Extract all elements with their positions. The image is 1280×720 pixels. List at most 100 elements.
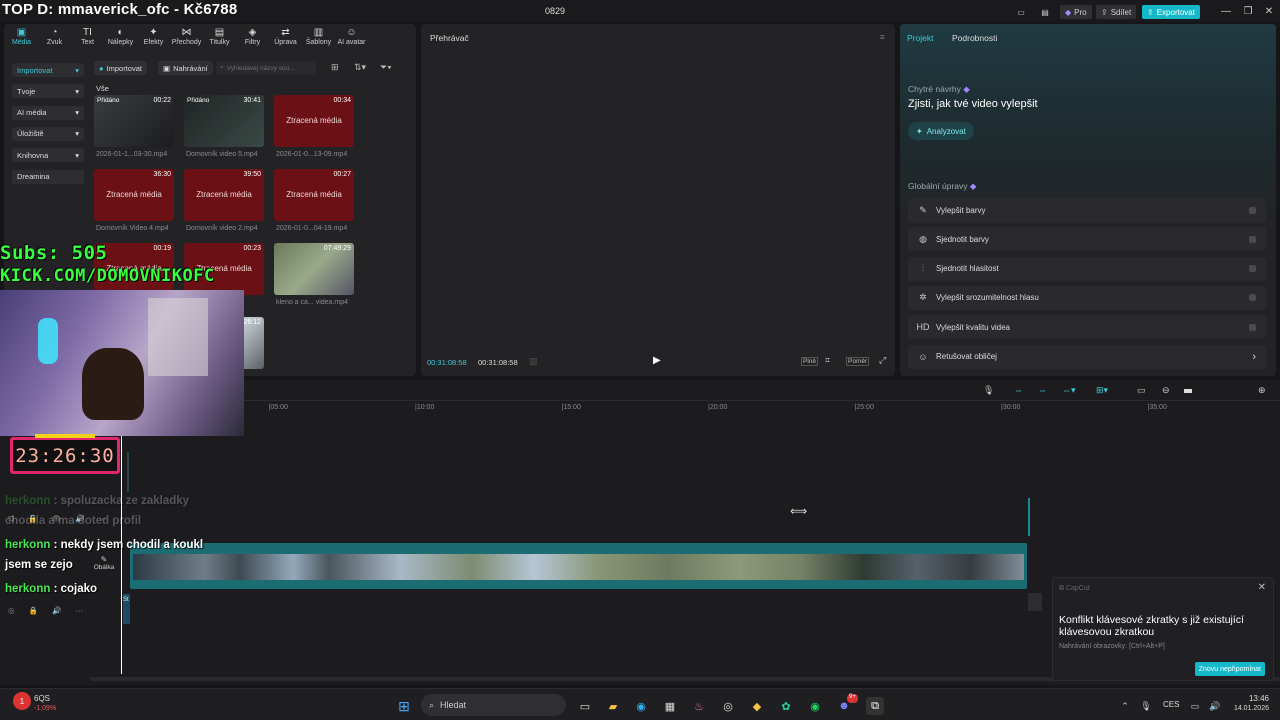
zoom-slider[interactable] bbox=[1184, 389, 1192, 393]
crop-icon[interactable]: ⌗ bbox=[825, 355, 830, 366]
face-retouch-icon: ☺ bbox=[918, 351, 928, 362]
analyze-button[interactable]: ✦ Analyzovat bbox=[908, 122, 974, 140]
cover-button[interactable]: ✎ Obálka bbox=[91, 555, 117, 579]
tool-4[interactable]: ✦ Efekty bbox=[137, 27, 170, 51]
snap-icon[interactable]: ⇔▾ bbox=[1062, 385, 1076, 396]
tool-3[interactable]: ◐ Nálepky bbox=[104, 27, 137, 51]
playhead[interactable] bbox=[121, 402, 122, 674]
media-item[interactable]: 00:27 Ztracená média bbox=[274, 169, 354, 221]
tool-5[interactable]: ⋈ Přechody bbox=[170, 27, 203, 51]
magnet-icon[interactable]: ⇔ bbox=[1038, 385, 1047, 395]
minimize-icon[interactable]: — bbox=[1218, 4, 1234, 18]
caption-track-icon[interactable]: ▭ bbox=[1137, 385, 1146, 396]
quality-button[interactable]: Plně bbox=[801, 357, 819, 366]
tool-9[interactable]: ▥ Šablony bbox=[302, 27, 335, 51]
toggle[interactable] bbox=[1249, 265, 1256, 273]
filter-icon[interactable]: ⏷▾ bbox=[380, 62, 392, 73]
toggle[interactable] bbox=[1249, 235, 1256, 243]
split-icon[interactable]: ⊞▾ bbox=[1096, 385, 1108, 396]
menu-icon[interactable]: ≡ bbox=[880, 32, 885, 42]
media-item[interactable]: 07:49:29 bbox=[274, 243, 354, 295]
pro-button[interactable]: ◆ Pro bbox=[1060, 5, 1092, 19]
task-view-icon[interactable]: ▭ bbox=[576, 697, 594, 715]
edge-icon[interactable]: ◉ bbox=[632, 697, 650, 715]
sidebar-item-2[interactable]: AI média ▾ bbox=[12, 105, 84, 120]
media-item[interactable]: 00:22 Přidáno bbox=[94, 95, 174, 147]
sidebar-item-5[interactable]: Dreamina bbox=[12, 169, 84, 184]
media-item[interactable]: 00:34 Ztracená média bbox=[274, 95, 354, 147]
tray-chevron-icon[interactable]: ⌃ bbox=[1116, 697, 1134, 715]
tool-2[interactable]: TI Text bbox=[71, 27, 104, 51]
tool-1[interactable]: ◔ Zvuk bbox=[38, 27, 71, 51]
grid-view-icon[interactable]: ⊞ bbox=[331, 62, 339, 73]
windows-start-icon[interactable]: ⊞ bbox=[395, 697, 413, 715]
toggle[interactable] bbox=[1249, 294, 1256, 302]
maximize-icon[interactable]: ❐ bbox=[1240, 4, 1256, 18]
game-icon[interactable]: ◆ bbox=[748, 697, 766, 715]
layout-icon[interactable]: ▭ bbox=[1012, 5, 1030, 19]
stock-badge[interactable]: 1 bbox=[13, 692, 31, 710]
microphone-icon[interactable]: 🎙 bbox=[983, 385, 994, 396]
record-button[interactable]: ▣ Nahrávání bbox=[158, 61, 213, 75]
zoom-fit-icon[interactable]: ⊕ bbox=[1258, 385, 1266, 396]
export-button[interactable]: ⇪ Exportovat bbox=[1142, 5, 1200, 19]
lost-media-label: Ztracená média bbox=[286, 116, 342, 125]
global-edit-row[interactable]: HD Vylepšit kvalitu videa bbox=[908, 315, 1266, 340]
audio-track-controls[interactable]: ◎ 🔒 🔊 ⋯ bbox=[8, 606, 89, 615]
tool-6[interactable]: ▤ Titulky bbox=[203, 27, 236, 51]
ratio-button[interactable]: Poměr bbox=[846, 357, 870, 366]
tool-7[interactable]: ◈ Filtry bbox=[236, 27, 269, 51]
app-icon[interactable]: ♨ bbox=[690, 697, 708, 715]
display-icon[interactable]: ▭ bbox=[1186, 697, 1204, 715]
play-icon[interactable]: ▶ bbox=[653, 355, 661, 366]
global-edit-row[interactable]: ✎ Vylepšit barvy bbox=[908, 198, 1266, 222]
sidebar-item-4[interactable]: Knihovna ▾ bbox=[12, 148, 84, 163]
zoom-out-icon[interactable]: ⊖ bbox=[1162, 385, 1170, 396]
store-icon[interactable]: ▦ bbox=[661, 697, 679, 715]
global-edit-row[interactable]: ✲ Vylepšit srozumitelnost hlasu bbox=[908, 285, 1266, 310]
media-item[interactable]: 39:50 Ztracená média bbox=[184, 169, 264, 221]
global-edit-row[interactable]: ☺ Retušovat obličej › bbox=[908, 344, 1266, 369]
clock-date[interactable]: 14.01.2026 bbox=[1219, 705, 1269, 712]
sidebar-item-0[interactable]: Importovat ▾ bbox=[12, 63, 84, 77]
filter-all[interactable]: Vše bbox=[96, 84, 109, 93]
language-indicator[interactable]: CES bbox=[1163, 700, 1179, 709]
tool-8[interactable]: ⇄ Úprava bbox=[269, 27, 302, 51]
toggle[interactable] bbox=[1249, 323, 1256, 331]
tray-mic-icon[interactable]: 🎙 bbox=[1137, 697, 1155, 715]
share-button[interactable]: ⇪ Sdílet bbox=[1096, 5, 1137, 19]
steam-icon[interactable]: ◎ bbox=[719, 697, 737, 715]
toggle[interactable] bbox=[1249, 206, 1256, 214]
media-search[interactable]: ⌕ Vyhledávej názvy sou... bbox=[216, 61, 316, 75]
media-item[interactable]: 30:41 Přidáno bbox=[184, 95, 264, 147]
stock-name[interactable]: 6QS bbox=[34, 694, 50, 703]
global-edit-row[interactable]: ⫶ Sjednotit hlasitost bbox=[908, 256, 1266, 281]
fullscreen-icon[interactable]: ⤢ bbox=[879, 355, 886, 366]
tool-10[interactable]: ☺ AI avatar bbox=[335, 27, 368, 51]
sort-icon[interactable]: ⇅▾ bbox=[354, 62, 366, 73]
dont-remind-button[interactable]: Znovu nepřipomínat bbox=[1194, 662, 1265, 676]
close-icon[interactable]: ✕ bbox=[1261, 4, 1277, 18]
project-name[interactable]: 0829 bbox=[545, 6, 565, 16]
taskbar-search[interactable]: ⌕ Hledat bbox=[421, 694, 566, 716]
webcam-feed bbox=[0, 290, 244, 436]
video-clip[interactable] bbox=[130, 543, 1027, 589]
global-edit-row[interactable]: ◍ Sjednotit barvy bbox=[908, 227, 1266, 252]
import-button[interactable]: ● Importovat bbox=[94, 61, 147, 75]
link-icon[interactable]: ⇔ bbox=[1014, 385, 1023, 395]
tool-0[interactable]: ▣ Média bbox=[5, 27, 38, 51]
sidebar-item-1[interactable]: Tvoje ▾ bbox=[12, 84, 84, 99]
shortcuts-icon[interactable]: ▤ bbox=[1036, 5, 1054, 19]
media-item[interactable]: 36:30 Ztracená média bbox=[94, 169, 174, 221]
sparkle-icon: ✦ bbox=[916, 126, 923, 136]
audio-clip[interactable]: St bbox=[123, 594, 130, 624]
sidebar-item-3[interactable]: Úložiště ▾ bbox=[12, 126, 84, 141]
chatgpt-icon[interactable]: ✿ bbox=[777, 697, 795, 715]
file-explorer-icon[interactable]: ▰ bbox=[604, 697, 622, 715]
spotify-icon[interactable]: ◉ bbox=[806, 697, 824, 715]
tab-details[interactable]: Podrobnosti bbox=[952, 33, 997, 43]
clock-time[interactable]: 13:46 bbox=[1229, 694, 1269, 703]
toast-close-icon[interactable]: ✕ bbox=[1258, 582, 1266, 593]
capcut-taskbar-icon[interactable]: ⧉ bbox=[866, 697, 884, 715]
tab-project[interactable]: Projekt bbox=[907, 33, 933, 43]
